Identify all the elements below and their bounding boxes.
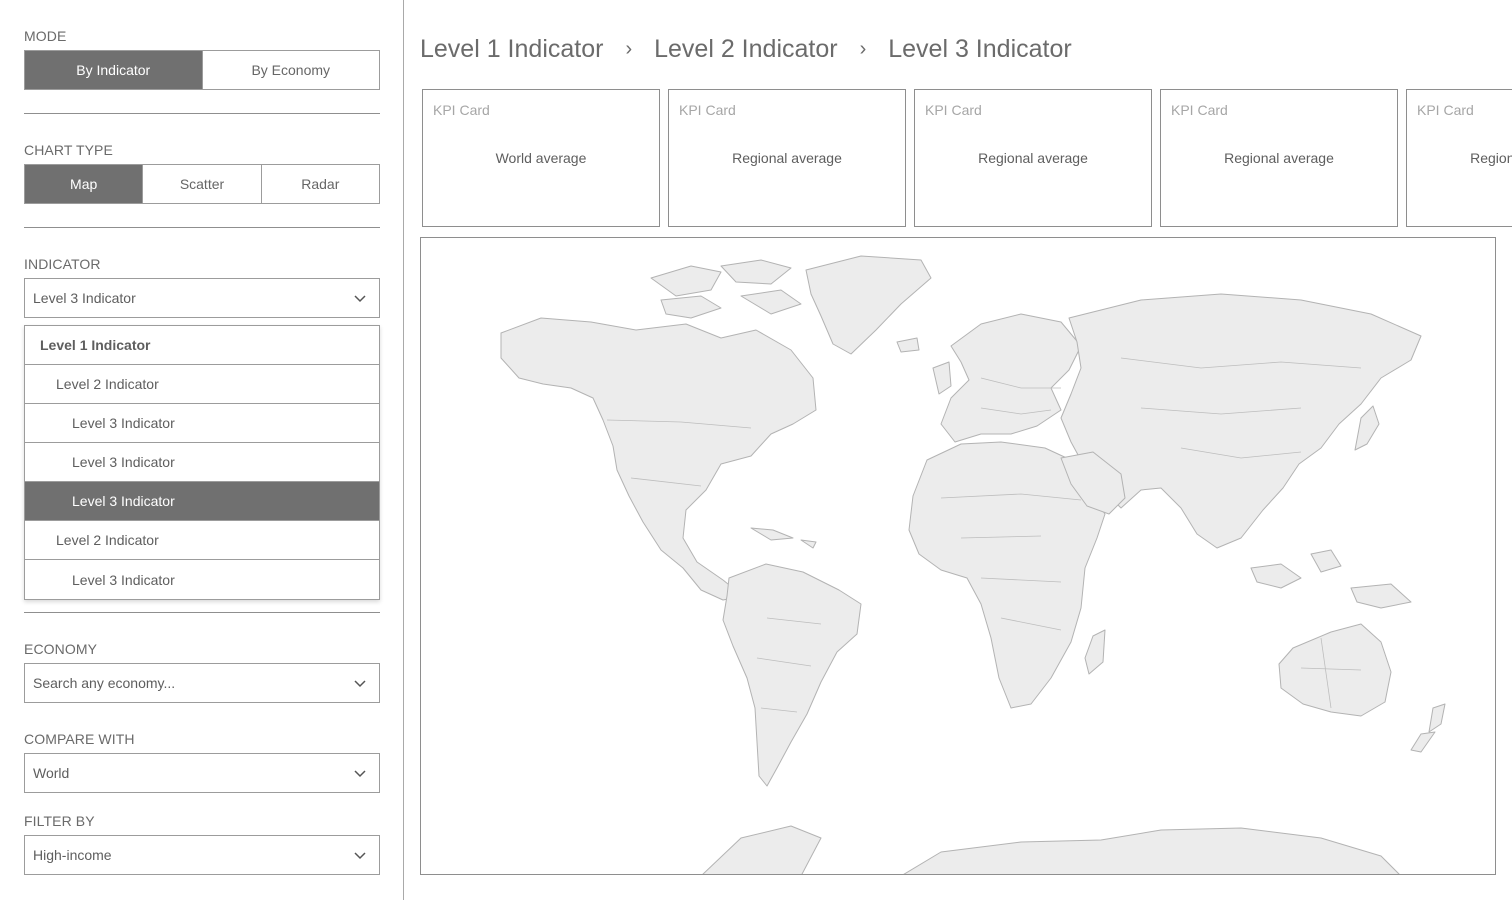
dropdown-item-level3[interactable]: Level 3 Indicator (25, 560, 379, 599)
divider (24, 227, 380, 228)
breadcrumb-level3: Level 3 Indicator (888, 34, 1072, 63)
sidebar: MODE By Indicator By Economy CHART TYPE … (0, 0, 404, 900)
chevron-down-icon (354, 770, 366, 778)
world-map[interactable] (420, 237, 1496, 875)
kpi-card-value: Regional average (978, 150, 1088, 166)
dropdown-item-level3[interactable]: Level 3 Indicator (25, 404, 379, 443)
chart-type-label: CHART TYPE (24, 142, 113, 158)
kpi-card: KPI Card Regional average (1406, 89, 1512, 227)
southeast-asia-islands-landmass[interactable] (1250, 549, 1412, 609)
economy-search-placeholder: Search any economy... (33, 675, 176, 691)
chevron-down-icon (354, 680, 366, 688)
kpi-card-title: KPI Card (1417, 102, 1474, 118)
kpi-card-title: KPI Card (433, 102, 490, 118)
australia-landmass[interactable] (1278, 623, 1392, 717)
arctic-islands-landmass[interactable] (650, 259, 802, 319)
indicator-dropdown-menu: Level 1 Indicator Level 2 Indicator Leve… (24, 325, 380, 600)
mode-label: MODE (24, 28, 67, 44)
chart-type-radar-button[interactable]: Radar (261, 165, 379, 203)
world-map-graphic (500, 255, 1446, 875)
mode-by-economy-button[interactable]: By Economy (202, 51, 379, 89)
new-zealand-landmass[interactable] (1410, 703, 1446, 753)
europe-landmass[interactable] (940, 313, 1082, 443)
kpi-card-value: Regional average (732, 150, 842, 166)
chevron-down-icon (354, 295, 366, 303)
economy-search-select[interactable]: Search any economy... (24, 663, 380, 703)
dropdown-item-level2[interactable]: Level 2 Indicator (25, 365, 379, 404)
north-america-landmass[interactable] (500, 317, 817, 601)
kpi-card: KPI Card World average (422, 89, 660, 227)
filter-by-value: High-income (33, 847, 112, 863)
kpi-card: KPI Card Regional average (1160, 89, 1398, 227)
economy-label: ECONOMY (24, 641, 98, 657)
compare-with-select[interactable]: World (24, 753, 380, 793)
indicator-select-value: Level 3 Indicator (33, 290, 136, 306)
kpi-card-title: KPI Card (1171, 102, 1228, 118)
filter-by-label: FILTER BY (24, 813, 95, 829)
chart-type-map-button[interactable]: Map (25, 165, 144, 203)
kpi-card: KPI Card Regional average (914, 89, 1152, 227)
dropdown-item-level3-selected[interactable]: Level 3 Indicator (25, 482, 379, 521)
british-isles-landmass[interactable] (896, 337, 952, 395)
compare-with-label: COMPARE WITH (24, 731, 135, 747)
divider (24, 113, 380, 114)
kpi-card: KPI Card Regional average (668, 89, 906, 227)
dropdown-item-level2[interactable]: Level 2 Indicator (25, 521, 379, 560)
south-america-landmass[interactable] (722, 563, 862, 787)
chevron-right-icon: › (625, 37, 633, 60)
japan-landmass[interactable] (1354, 405, 1380, 451)
breadcrumb-level1[interactable]: Level 1 Indicator (420, 35, 603, 64)
chart-type-toggle: Map Scatter Radar (24, 164, 380, 204)
dropdown-item-level1[interactable]: Level 1 Indicator (25, 326, 379, 365)
kpi-card-title: KPI Card (925, 102, 982, 118)
indicator-select[interactable]: Level 3 Indicator (24, 278, 380, 318)
kpi-card-row: KPI Card World average KPI Card Regional… (422, 89, 1512, 227)
chevron-right-icon: › (859, 37, 867, 60)
mode-by-indicator-button[interactable]: By Indicator (25, 51, 203, 89)
chevron-down-icon (354, 852, 366, 860)
chart-type-scatter-button[interactable]: Scatter (143, 165, 262, 203)
dropdown-item-level3[interactable]: Level 3 Indicator (25, 443, 379, 482)
compare-with-value: World (33, 765, 70, 781)
kpi-card-value: Regional average (1224, 150, 1334, 166)
breadcrumb-level2[interactable]: Level 2 Indicator (654, 35, 837, 64)
divider (24, 612, 380, 613)
filter-by-select[interactable]: High-income (24, 835, 380, 875)
kpi-card-value: World average (495, 150, 587, 166)
antarctica-landmass[interactable] (701, 825, 1401, 875)
madagascar-landmass[interactable] (1084, 629, 1106, 675)
breadcrumb: Level 1 Indicator › Level 2 Indicator › … (420, 30, 1072, 68)
indicator-label: INDICATOR (24, 256, 101, 272)
mode-toggle: By Indicator By Economy (24, 50, 380, 90)
caribbean-landmass[interactable] (750, 527, 817, 549)
kpi-card-title: KPI Card (679, 102, 736, 118)
kpi-card-value: Regional average (1470, 150, 1512, 166)
